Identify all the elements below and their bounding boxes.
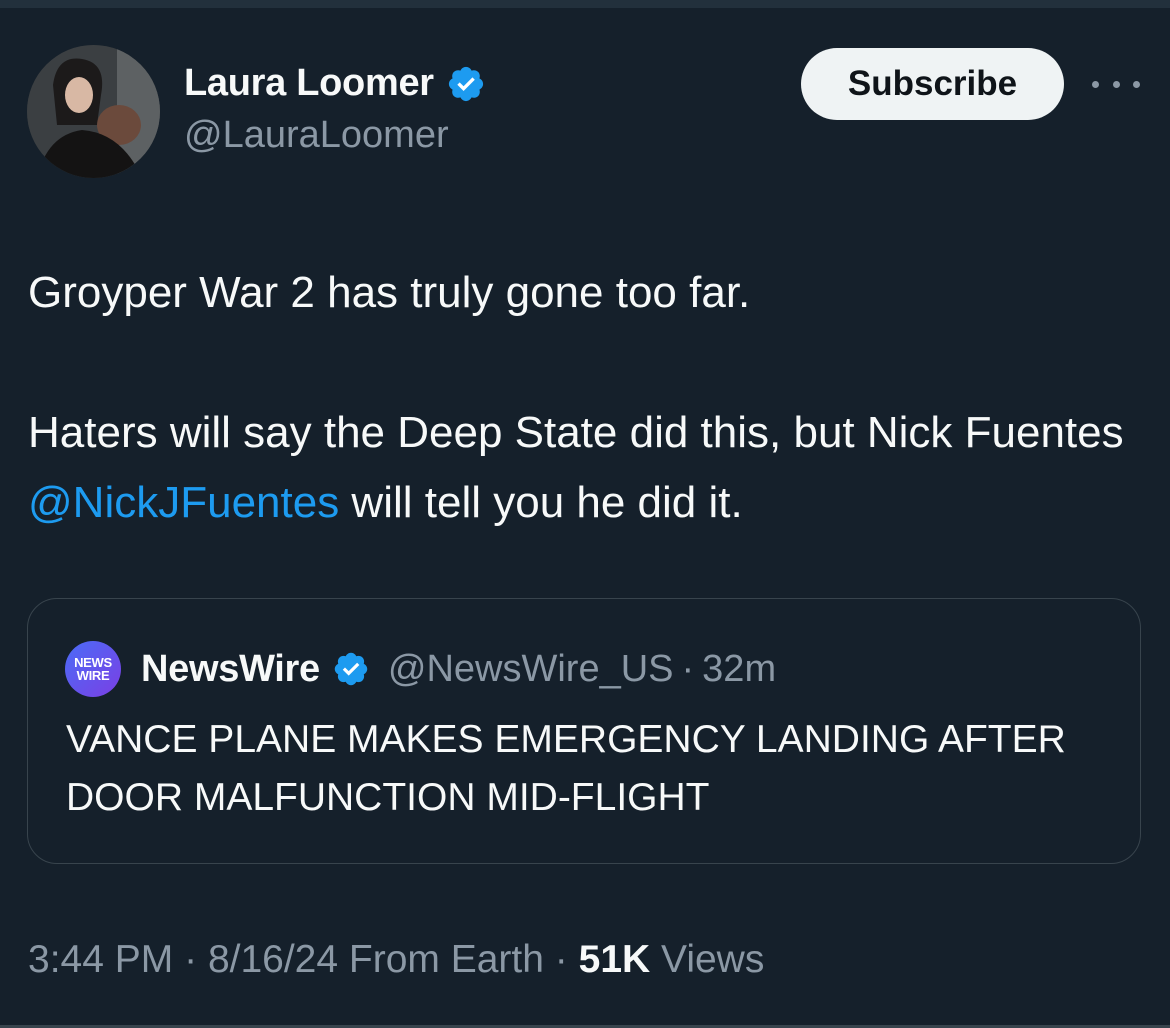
quoted-tweet-card[interactable]: NEWS WIRE NewsWire @NewsWire_US · 32m VA… (27, 598, 1141, 864)
tweet-line-2: Haters will say the Deep State did this,… (28, 398, 1138, 538)
quoted-tweet-header: NEWS WIRE NewsWire @NewsWire_US · 32m (65, 641, 776, 697)
tweet-text-after-mention: will tell you he did it. (339, 478, 743, 527)
tweet-line-1: Groyper War 2 has truly gone too far. (28, 268, 751, 317)
quoted-handle[interactable]: @NewsWire_US (388, 648, 674, 691)
author-handle[interactable]: @LauraLoomer (184, 114, 449, 157)
quoted-display-name[interactable]: NewsWire (141, 648, 320, 691)
quoted-timestamp[interactable]: 32m (702, 648, 776, 691)
more-options-icon[interactable] (1092, 70, 1140, 98)
views-label[interactable]: Views (661, 938, 764, 981)
author-display-name[interactable]: Laura Loomer (184, 62, 434, 105)
top-divider (0, 0, 1170, 8)
subscribe-button[interactable]: Subscribe (801, 48, 1064, 120)
logo-text-bottom: WIRE (76, 668, 110, 683)
separator-dot: · (681, 647, 695, 690)
dot (1112, 80, 1120, 88)
verified-badge-icon (334, 652, 368, 686)
tweet-time[interactable]: 3:44 PM (28, 938, 173, 981)
avatar-photo (27, 45, 160, 178)
separator-dot: · (184, 938, 198, 981)
tweet-text-before-mention: Haters will say the Deep State did this,… (28, 408, 1124, 457)
separator-dot: · (554, 938, 568, 981)
author-name-row[interactable]: Laura Loomer (184, 62, 486, 105)
newswire-logo: NEWS WIRE (65, 641, 121, 697)
views-count[interactable]: 51K (579, 938, 651, 981)
dot (1133, 80, 1140, 88)
tweet-date-location[interactable]: 8/16/24 From Earth (208, 938, 544, 981)
avatar[interactable] (27, 45, 160, 178)
quoted-tweet-text: VANCE PLANE MAKES EMERGENCY LANDING AFTE… (66, 718, 1066, 819)
verified-badge-icon (448, 66, 483, 101)
tweet-meta: 3:44 PM · 8/16/24 From Earth · 51K Views (28, 938, 764, 982)
dot (1092, 80, 1099, 88)
tweet-body: Groyper War 2 has truly gone too far. Ha… (28, 258, 1138, 538)
mention-link[interactable]: @NickJFuentes (28, 478, 339, 527)
